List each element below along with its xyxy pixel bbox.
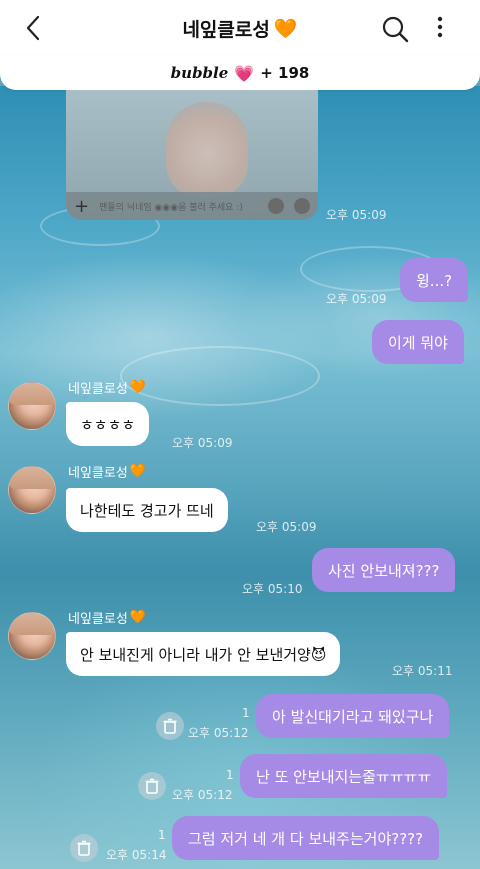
message-time: 오후 05:12: [188, 726, 249, 740]
image-input-bar: + 팬들의 닉네임 ◉◉◉을 불러 주세요 :): [66, 192, 318, 220]
message-time: 오후 05:09: [326, 292, 387, 306]
avatar[interactable]: [8, 466, 56, 514]
outgoing-message[interactable]: 아 발신대기라고 돼있구나: [256, 694, 450, 738]
unread-count: 1: [242, 706, 250, 720]
sender-name-text: 네잎클로성: [68, 466, 128, 481]
heart-emoji: 🧡: [273, 17, 298, 40]
trash-icon: [163, 718, 177, 734]
trash-icon: [145, 778, 159, 794]
image-message[interactable]: + 팬들의 닉네임 ◉◉◉을 불러 주세요 :): [66, 90, 318, 220]
subscriber-count: + 198: [260, 64, 310, 82]
incoming-message[interactable]: 나한테도 경고가 뜨네: [66, 488, 228, 532]
heart-icon: 💗: [234, 63, 255, 83]
heart-emoji: 🧡: [129, 464, 146, 479]
avatar[interactable]: [8, 382, 56, 430]
message-time: 오후 05:10: [242, 582, 303, 596]
more-vertical-icon: [437, 16, 443, 38]
incoming-message[interactable]: 안 보내진게 아니라 내가 안 보낸거양😈: [66, 632, 341, 676]
outgoing-message[interactable]: 윙...?: [400, 258, 469, 302]
more-options-button[interactable]: [430, 12, 450, 44]
heart-emoji: 🧡: [129, 610, 146, 625]
outgoing-message[interactable]: 사진 안보내져???: [312, 548, 456, 592]
message-time: 오후 05:14: [106, 848, 167, 862]
sender-name: 네잎클로성 🧡: [68, 462, 146, 481]
chat-header: 네잎클로성 🧡: [0, 0, 480, 56]
send-icon: [294, 198, 310, 214]
plus-icon: +: [74, 195, 90, 217]
outgoing-message[interactable]: 이게 뭐야: [372, 320, 464, 364]
chat-title-text: 네잎클로성: [182, 18, 270, 41]
message-time: 오후 05:09: [326, 208, 387, 222]
bubble-logo: bubble: [170, 64, 229, 82]
ripple: [120, 346, 320, 406]
message-time: 오후 05:09: [256, 520, 317, 534]
sender-name-text: 네잎클로성: [68, 612, 128, 627]
outgoing-message[interactable]: 난 또 안보내지는줄ㅠㅠㅠㅠ: [240, 754, 448, 798]
delete-button[interactable]: [138, 772, 166, 800]
message-time: 오후 05:11: [392, 664, 453, 678]
delete-button[interactable]: [156, 712, 184, 740]
avatar[interactable]: [8, 612, 56, 660]
message-time: 오후 05:12: [172, 788, 233, 802]
chevron-left-icon: [26, 15, 40, 41]
sender-name-text: 네잎클로성: [68, 382, 128, 397]
heart-emoji: 🧡: [129, 380, 146, 395]
back-button[interactable]: [20, 14, 48, 42]
emoji-icon: [268, 198, 284, 214]
incoming-message[interactable]: ㅎㅎㅎㅎ: [66, 402, 150, 446]
unread-count: 1: [158, 828, 166, 842]
trash-icon: [77, 840, 91, 856]
image-input-placeholder: 팬들의 닉네임 ◉◉◉을 불러 주세요 :): [99, 202, 243, 213]
photo-preview: [166, 102, 248, 198]
sender-name: 네잎클로성 🧡: [68, 378, 146, 397]
outgoing-message[interactable]: 그럼 저거 네 개 다 보내주는거야????: [172, 816, 440, 860]
search-icon: [382, 16, 409, 43]
subscriber-bar[interactable]: bubble 💗 + 198: [0, 56, 480, 90]
unread-count: 1: [226, 768, 234, 782]
search-button[interactable]: [380, 14, 410, 44]
sender-name: 네잎클로성 🧡: [68, 608, 146, 627]
message-time: 오후 05:09: [172, 436, 233, 450]
chat-title: 네잎클로성 🧡: [182, 15, 297, 42]
delete-button[interactable]: [70, 834, 98, 862]
